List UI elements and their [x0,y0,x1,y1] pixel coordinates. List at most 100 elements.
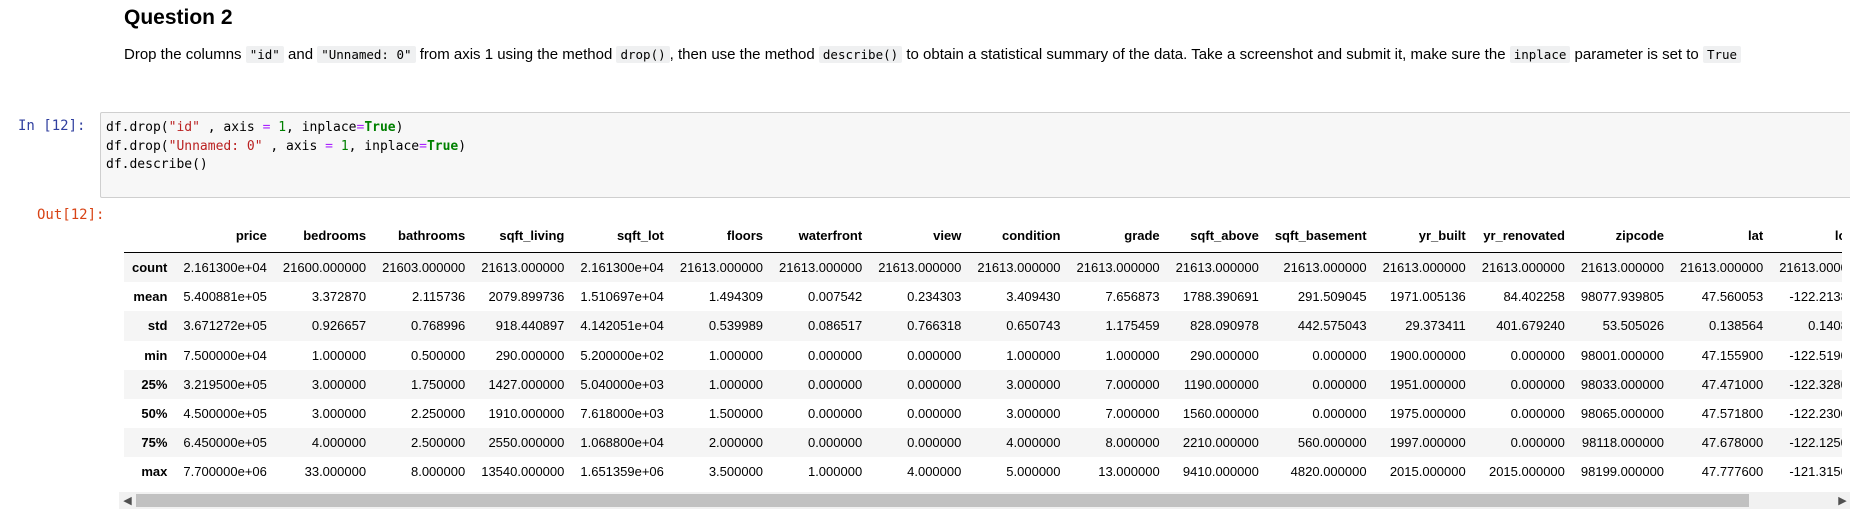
column-header: sqft_living [499,227,565,243]
row-label: 25% [141,376,168,392]
code-token: ) [458,138,467,154]
table-cell: 1560.000000 [1182,406,1259,422]
table-cell: 4820.000000 [1290,464,1367,480]
table-cell: 0.500000 [410,347,466,363]
table-cell: 21613.000000 [1779,260,1842,276]
code-input-area[interactable]: df.drop("id" , axis = 1, inplace=True) df… [100,112,1850,198]
table-cell: 4.500000e+05 [183,406,267,422]
table-cell: 1.000000 [807,464,863,480]
table-cell: 0.000000 [1312,406,1367,422]
code-token: , inplace [348,138,420,154]
row-label: count [132,260,168,276]
code-editor[interactable]: df.drop("id" , axis = 1, inplace=True) df… [106,119,466,175]
inline-code: inplace [1509,46,1571,63]
table-row: count 2.161300e+04 21600.000000 21603.00000… [124,252,1842,283]
table-cell: 7.700000e+06 [183,464,267,480]
table-cell: 1788.390691 [1182,289,1259,305]
table-cell: 98199.000000 [1580,464,1665,480]
table-cell: 2.115736 [411,289,466,305]
table-cell: 47.471000 [1701,376,1764,392]
table-cell: 0.000000 [907,406,962,422]
column-header: condition [1002,227,1061,243]
table-cell: 3.500000 [708,464,764,480]
table-cell: 98118.000000 [1581,435,1665,451]
table-cell: 1.000000 [708,347,764,363]
table-cell: 401.679240 [1496,318,1565,334]
scroll-right-arrow-icon[interactable]: ▶ [1834,492,1850,509]
table-header-row: price bedrooms bathrooms sqft_living sqft_lo… [124,218,1842,253]
scroll-left-arrow-icon[interactable]: ◀ [119,492,136,509]
code-token: = [325,138,333,154]
code-token: "Unnamed: 0" [168,138,263,154]
row-label: min [144,347,168,363]
table-cell: 3.000000 [1006,376,1061,392]
table-cell: 0.768996 [410,318,466,334]
column-header: bedrooms [303,227,367,243]
table-cell: 2015.000000 [1488,464,1565,480]
table-cell: -121.315000 [1789,464,1842,480]
table-cell: 0.000000 [1312,376,1367,392]
text-run: to obtain a statistical summary of the d… [902,46,1510,63]
table-cell: 21613.000000 [1382,260,1466,276]
table-cell: 0.000000 [1510,406,1565,422]
table-cell: 5.040000e+03 [580,376,664,392]
table-cell: 6.450000e+05 [183,435,267,451]
table-cell: 4.000000 [311,435,367,451]
table-cell: 21613.000000 [878,260,962,276]
row-label: std [147,318,168,334]
inline-code: True [1702,46,1742,63]
question-heading: Question 2 [124,6,233,29]
text-run: , then use the method [669,46,819,63]
table-cell: 1900.000000 [1389,347,1466,363]
table-cell: 98077.939805 [1580,289,1665,305]
table-cell: 3.219500e+05 [183,376,267,392]
table-cell: 1910.000000 [488,406,565,422]
column-header: zipcode [1615,227,1665,243]
row-label: max [141,464,168,480]
table-cell: 29.373411 [1405,318,1466,334]
table-cell: 2.000000 [708,435,764,451]
table-cell: 0.138564 [1708,318,1764,334]
code-token: , axis [199,120,263,135]
code-token: True [426,138,459,154]
inline-code: "id" [245,46,284,63]
table-cell: 442.575043 [1297,318,1367,334]
column-header: long [1834,227,1842,243]
table-cell: 1.750000 [410,376,466,392]
table-cell: 7.000000 [1105,376,1160,392]
table-cell: 2.161300e+04 [183,260,267,276]
table-row: min 7.500000e+04 1.000000 0.500000 290.00000… [124,341,1842,370]
table-row: 25% 3.219500e+05 3.000000 1.750000 1427.0000… [124,369,1842,399]
table-cell: -122.519000 [1789,347,1842,363]
text-run: Drop the columns [124,46,246,63]
table-cell: 21613.000000 [1175,260,1259,276]
table-cell: 0.007542 [807,289,863,305]
table-cell: 21613.000000 [1076,260,1160,276]
question-text: Drop the columns "id" and "Unnamed: 0" f… [124,43,1824,67]
scroll-thumb[interactable] [136,494,1749,507]
column-header: sqft_lot [616,227,664,243]
code-token: 1 [278,120,287,135]
table-cell: 0.086517 [807,318,863,334]
table-cell: 47.155900 [1701,347,1764,363]
table-cell: 0.766318 [907,318,962,334]
horizontal-scrollbar[interactable]: ◀ ▶ [119,492,1850,509]
code-token: df.drop( [106,120,169,135]
code-token: "id" [168,120,200,135]
table-cell: 0.000000 [1312,347,1367,363]
column-header: grade [1124,227,1160,243]
column-header: yr_built [1418,227,1466,243]
table-cell: 7.618000e+03 [580,406,664,422]
code-token: True [364,120,396,135]
table-cell: 1.000000 [311,347,367,363]
table-cell: -122.125000 [1789,435,1842,451]
table-cell: 4.000000 [1006,435,1061,451]
table-cell: 0.234303 [907,289,962,305]
table-cell: 47.560053 [1701,289,1764,305]
table-cell: 291.509045 [1297,289,1367,305]
table-cell: 0.000000 [907,376,962,392]
table-cell: 2.250000 [410,406,466,422]
table-row: max 7.700000e+06 33.000000 8.000000 13540.00… [124,457,1842,486]
table-cell: 21613.000000 [481,260,565,276]
